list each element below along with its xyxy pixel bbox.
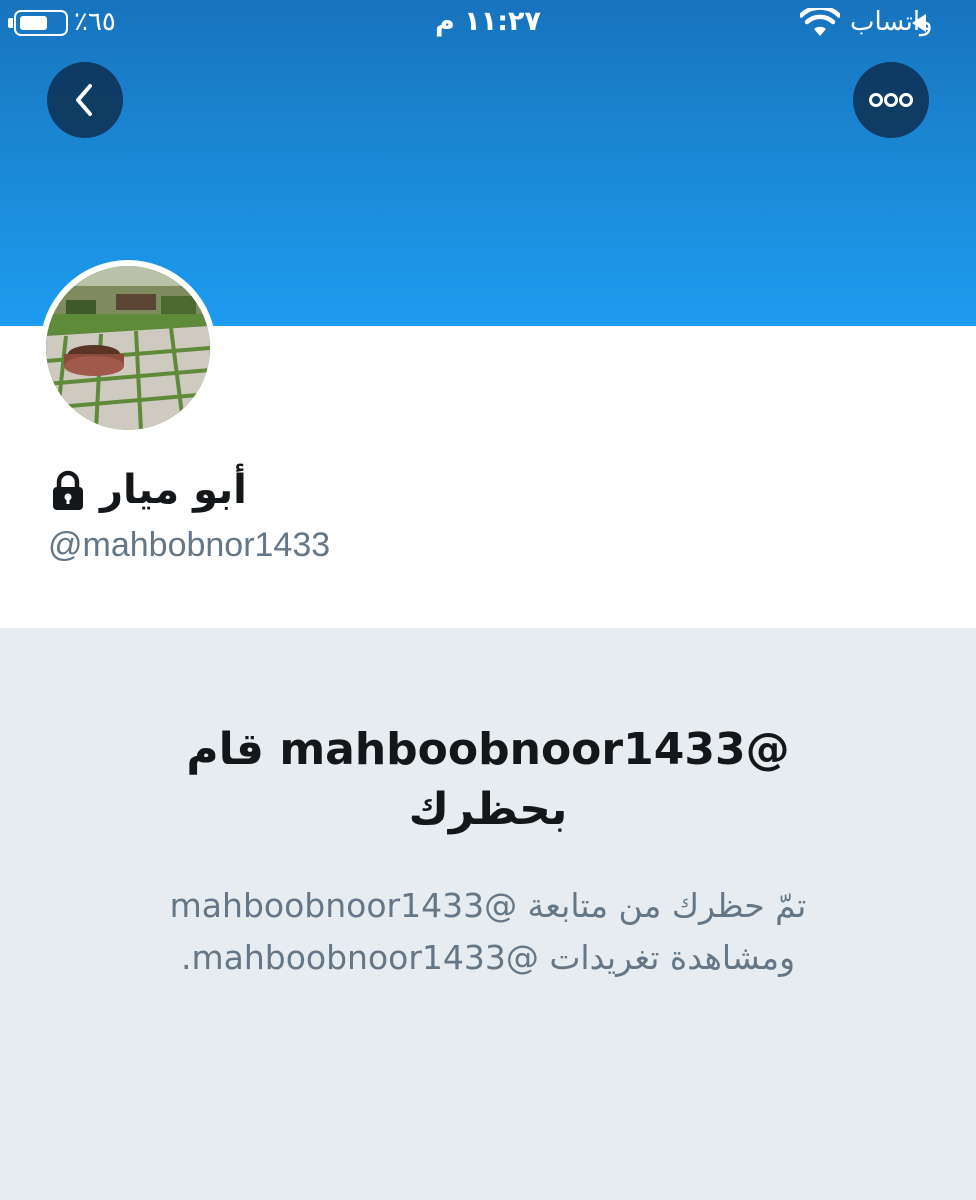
display-name: أبو ميار — [100, 467, 247, 513]
wifi-icon — [800, 8, 840, 36]
back-arrow-small-icon[interactable] — [912, 14, 926, 32]
profile-handle: @mahbobnor1433 — [48, 526, 331, 564]
more-options-button[interactable] — [853, 62, 929, 138]
blocked-title: @mahboobnoor1433 قام بحظرك — [186, 724, 790, 835]
blocked-description: تمّ حظرك من متابعة @mahboobnoor1433 ومشا… — [169, 886, 807, 977]
avatar-image — [46, 266, 210, 430]
garden-photo-icon — [46, 266, 210, 430]
status-bar: ٪٦٥ ١١:٢٧ م واتساب — [0, 0, 976, 48]
chevron-left-icon — [76, 84, 92, 116]
back-button[interactable] — [47, 62, 123, 138]
profile-screen: ٪٦٥ ١١:٢٧ م واتساب أبو ميار @mahbobnor14… — [0, 0, 976, 1200]
avatar[interactable] — [40, 260, 216, 436]
display-name-row: أبو ميار — [48, 458, 247, 522]
more-horizontal-icon — [869, 93, 913, 107]
lock-icon — [53, 470, 83, 510]
